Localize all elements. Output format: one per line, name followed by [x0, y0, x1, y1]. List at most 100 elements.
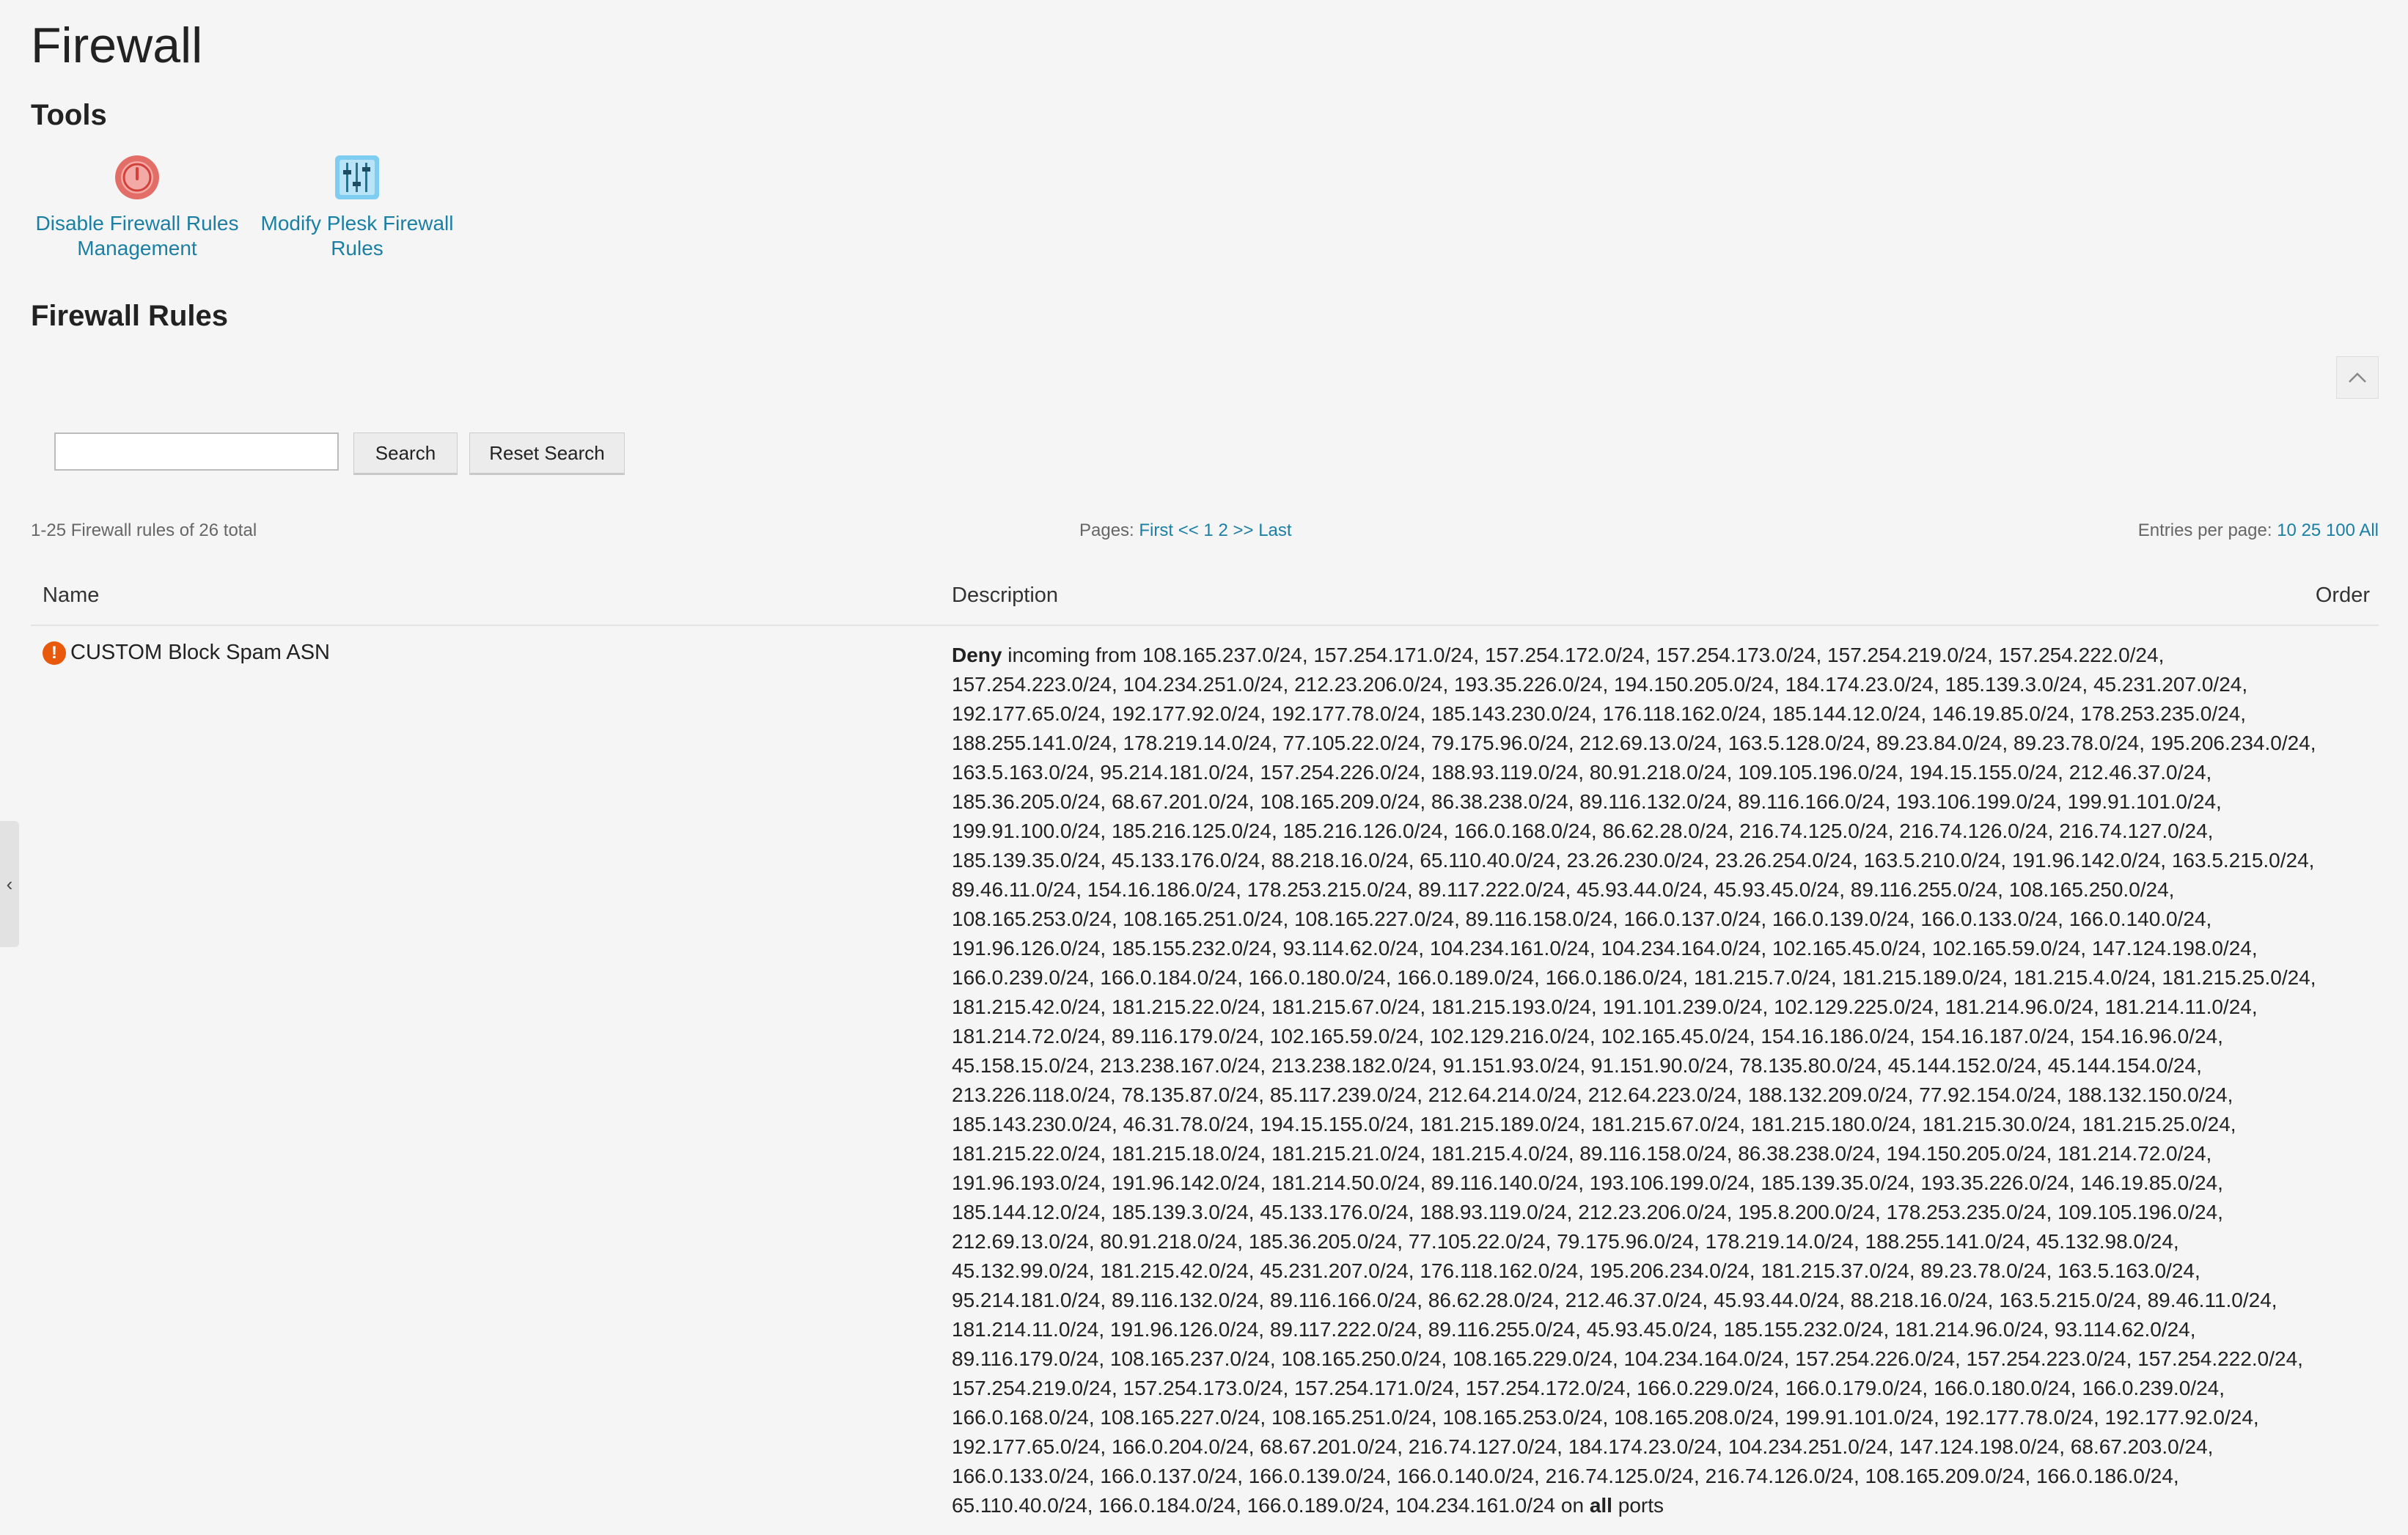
description-line: 185.144.12.0/24, 185.139.3.0/24, 45.133.…: [952, 1198, 2389, 1227]
table-header: Name Description Order: [31, 578, 2379, 626]
description-line: 181.215.22.0/24, 181.215.18.0/24, 181.21…: [952, 1139, 2389, 1168]
column-header-order[interactable]: Order: [2316, 584, 2370, 608]
description-line: 185.36.205.0/24, 68.67.201.0/24, 108.165…: [952, 787, 2389, 817]
tools-heading: Tools: [31, 99, 107, 131]
rule-action: Deny: [952, 644, 1002, 666]
chevron-left-icon: ‹: [6, 872, 13, 895]
firewall-rules-heading: Firewall Rules: [31, 300, 228, 332]
description-line: 65.110.40.0/24, 166.0.184.0/24, 166.0.18…: [952, 1491, 2389, 1520]
description-line: 181.215.42.0/24, 181.215.22.0/24, 181.21…: [952, 993, 2389, 1022]
ip-range-list: 185.144.12.0/24, 185.139.3.0/24, 45.133.…: [952, 1201, 2223, 1223]
ip-range-list: 188.255.141.0/24, 178.219.14.0/24, 77.10…: [952, 732, 2316, 754]
ip-range-list: 181.214.11.0/24, 191.96.126.0/24, 89.117…: [952, 1318, 2196, 1341]
side-panel-toggle[interactable]: ‹: [0, 821, 19, 947]
description-line: 181.214.11.0/24, 191.96.126.0/24, 89.117…: [952, 1315, 2389, 1344]
description-line: 185.139.35.0/24, 45.133.176.0/24, 88.218…: [952, 846, 2389, 875]
description-line: Deny incoming from 108.165.237.0/24, 157…: [952, 641, 2389, 670]
ip-range-list: 166.0.168.0/24, 108.165.227.0/24, 108.16…: [952, 1406, 2259, 1429]
collapse-button[interactable]: [2336, 356, 2379, 399]
entries-100-link[interactable]: 100: [2326, 520, 2355, 540]
ip-range-list: 192.177.65.0/24, 166.0.204.0/24, 68.67.2…: [952, 1435, 2214, 1458]
disable-firewall-rules-management-tool[interactable]: Disable Firewall Rules Management: [31, 154, 243, 261]
description-line: 192.177.65.0/24, 192.177.92.0/24, 192.17…: [952, 699, 2389, 729]
ip-range-list: 212.69.13.0/24, 80.91.218.0/24, 185.36.2…: [952, 1230, 2179, 1253]
tool-label-line2: Rules: [331, 237, 383, 259]
page-2-link[interactable]: 2: [1218, 520, 1227, 540]
ip-range-list: 185.139.35.0/24, 45.133.176.0/24, 88.218…: [952, 849, 2315, 872]
ip-range-list: 157.254.219.0/24, 157.254.173.0/24, 157.…: [952, 1377, 2225, 1399]
ip-range-list: 181.215.22.0/24, 181.215.18.0/24, 181.21…: [952, 1142, 2212, 1165]
entries-per-page: Entries per page: 10 25 100 All: [2138, 520, 2379, 541]
modify-plesk-firewall-rules-tool[interactable]: Modify Plesk Firewall Rules: [251, 154, 463, 261]
ip-range-list: 181.215.42.0/24, 181.215.22.0/24, 181.21…: [952, 995, 2258, 1018]
on-word: on: [1560, 1494, 1585, 1517]
page-last-link[interactable]: Last: [1258, 520, 1291, 540]
ip-range-list: 191.96.193.0/24, 191.96.142.0/24, 181.21…: [952, 1171, 2223, 1194]
power-off-icon: [115, 155, 159, 199]
ip-range-list: 185.36.205.0/24, 68.67.201.0/24, 108.165…: [952, 790, 2222, 813]
column-header-description: Description: [952, 584, 1059, 607]
entries-all-link[interactable]: All: [2359, 520, 2379, 540]
rule-name-link[interactable]: CUSTOM Block Spam ASN: [70, 641, 330, 665]
description-line: 185.143.230.0/24, 46.31.78.0/24, 194.15.…: [952, 1110, 2389, 1139]
page-first-link[interactable]: First: [1139, 520, 1173, 540]
ip-range-list: 185.143.230.0/24, 46.31.78.0/24, 194.15.…: [952, 1113, 2236, 1135]
rule-name-cell[interactable]: ! CUSTOM Block Spam ASN: [43, 641, 330, 665]
description-line: 188.255.141.0/24, 178.219.14.0/24, 77.10…: [952, 729, 2389, 758]
description-line: 199.91.100.0/24, 185.216.125.0/24, 185.2…: [952, 817, 2389, 846]
tool-label-line2: Management: [77, 237, 197, 259]
description-line: 166.0.239.0/24, 166.0.184.0/24, 166.0.18…: [952, 963, 2389, 993]
ports-word: ports: [1618, 1494, 1664, 1517]
pagination: Pages: First << 1 2 >> Last: [1079, 520, 1292, 541]
chevron-up-icon: [2349, 372, 2366, 383]
entries-10-link[interactable]: 10: [2277, 520, 2297, 540]
description-line: 213.226.118.0/24, 78.135.87.0/24, 85.117…: [952, 1081, 2389, 1110]
ip-range-list: 95.214.181.0/24, 89.116.132.0/24, 89.116…: [952, 1289, 2277, 1311]
page-next-link[interactable]: >>: [1233, 520, 1253, 540]
description-line: 89.46.11.0/24, 154.16.186.0/24, 178.253.…: [952, 875, 2389, 905]
ip-range-list: 45.158.15.0/24, 213.238.167.0/24, 213.23…: [952, 1054, 2202, 1077]
entries-label: Entries per page:: [2137, 520, 2272, 540]
description-line: 166.0.168.0/24, 108.165.227.0/24, 108.16…: [952, 1403, 2389, 1432]
ip-range-list: 163.5.163.0/24, 95.214.181.0/24, 157.254…: [952, 761, 2212, 784]
description-line: 157.254.219.0/24, 157.254.173.0/24, 157.…: [952, 1374, 2389, 1403]
description-line: 89.116.179.0/24, 108.165.237.0/24, 108.1…: [952, 1344, 2389, 1374]
ip-range-list: 89.116.179.0/24, 108.165.237.0/24, 108.1…: [952, 1347, 2303, 1370]
entries-25-link[interactable]: 25: [2302, 520, 2321, 540]
rule-direction: incoming from: [1007, 644, 1137, 666]
description-line: 157.254.223.0/24, 104.234.251.0/24, 212.…: [952, 670, 2389, 699]
tool-label-line1: Modify Plesk Firewall: [260, 212, 454, 235]
description-line: 166.0.133.0/24, 166.0.137.0/24, 166.0.13…: [952, 1462, 2389, 1491]
description-line: 191.96.126.0/24, 185.155.232.0/24, 93.11…: [952, 934, 2389, 963]
sliders-icon: [335, 155, 379, 199]
search-button[interactable]: Search: [353, 432, 458, 475]
description-line: 163.5.163.0/24, 95.214.181.0/24, 157.254…: [952, 758, 2389, 787]
description-line: 212.69.13.0/24, 80.91.218.0/24, 185.36.2…: [952, 1227, 2389, 1256]
column-header-name[interactable]: Name: [43, 584, 99, 608]
description-line: 191.96.193.0/24, 191.96.142.0/24, 181.21…: [952, 1168, 2389, 1198]
ip-range-list: 166.0.239.0/24, 166.0.184.0/24, 166.0.18…: [952, 966, 2316, 989]
warning-icon: !: [43, 641, 66, 665]
description-line: 95.214.181.0/24, 89.116.132.0/24, 89.116…: [952, 1286, 2389, 1315]
rule-description: Deny incoming from 108.165.237.0/24, 157…: [952, 641, 2389, 1520]
ip-range-list: 199.91.100.0/24, 185.216.125.0/24, 185.2…: [952, 820, 2214, 842]
pages-label: Pages:: [1079, 520, 1134, 540]
ip-range-list: 181.214.72.0/24, 89.116.179.0/24, 102.16…: [952, 1025, 2223, 1048]
ip-range-list: 108.165.237.0/24, 157.254.171.0/24, 157.…: [1142, 644, 2165, 666]
reset-search-button[interactable]: Reset Search: [469, 432, 625, 475]
page-1-link[interactable]: 1: [1203, 520, 1213, 540]
ip-range-list: 108.165.253.0/24, 108.165.251.0/24, 108.…: [952, 908, 2212, 930]
description-line: 108.165.253.0/24, 108.165.251.0/24, 108.…: [952, 905, 2389, 934]
description-line: 45.158.15.0/24, 213.238.167.0/24, 213.23…: [952, 1051, 2389, 1081]
ip-range-list: 45.132.99.0/24, 181.215.42.0/24, 45.231.…: [952, 1259, 2200, 1282]
page-prev-link[interactable]: <<: [1178, 520, 1199, 540]
tool-label-line1: Disable Firewall Rules: [35, 212, 239, 235]
ip-range-list: 65.110.40.0/24, 166.0.184.0/24, 166.0.18…: [952, 1494, 1556, 1517]
list-info-bar: 1-25 Firewall rules of 26 total Pages: F…: [31, 520, 2379, 547]
description-line: 45.132.99.0/24, 181.215.42.0/24, 45.231.…: [952, 1256, 2389, 1286]
ip-range-list: 89.46.11.0/24, 154.16.186.0/24, 178.253.…: [952, 878, 2175, 901]
search-input[interactable]: [54, 432, 339, 471]
description-line: 181.214.72.0/24, 89.116.179.0/24, 102.16…: [952, 1022, 2389, 1051]
ip-range-list: 166.0.133.0/24, 166.0.137.0/24, 166.0.13…: [952, 1465, 2179, 1487]
ip-range-list: 192.177.65.0/24, 192.177.92.0/24, 192.17…: [952, 702, 2247, 725]
